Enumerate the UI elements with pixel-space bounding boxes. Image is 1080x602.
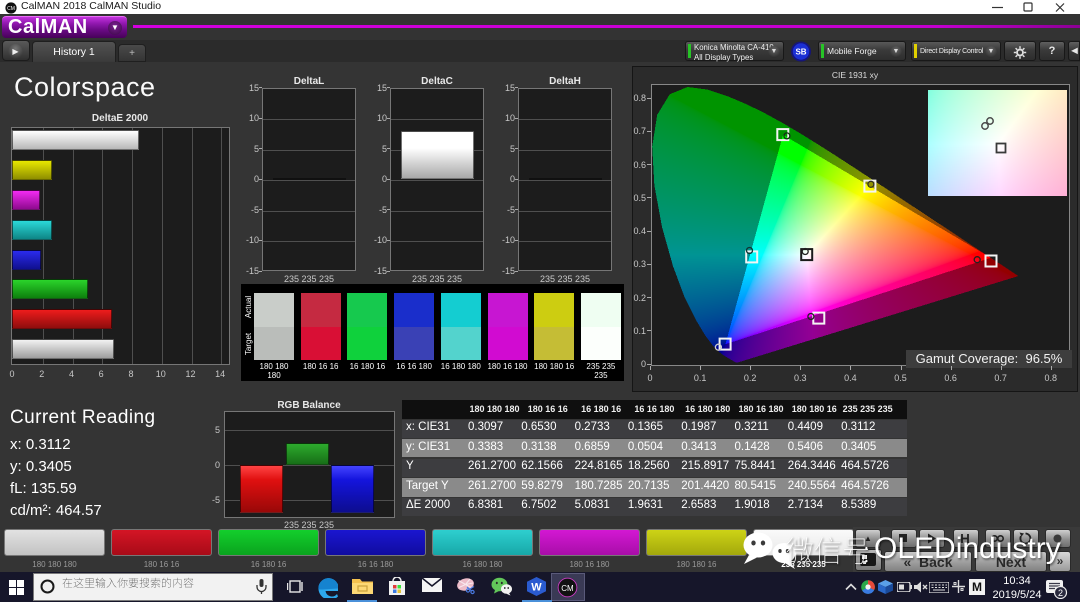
svg-text:Target: Target [244,332,253,355]
svg-text:Actual: Actual [244,296,253,318]
svg-text:CM: CM [561,584,574,593]
svg-text:2: 2 [1058,588,1063,598]
svg-text:SB: SB [795,48,806,57]
svg-text:W: W [531,582,542,594]
svg-text:CM: CM [7,6,15,12]
